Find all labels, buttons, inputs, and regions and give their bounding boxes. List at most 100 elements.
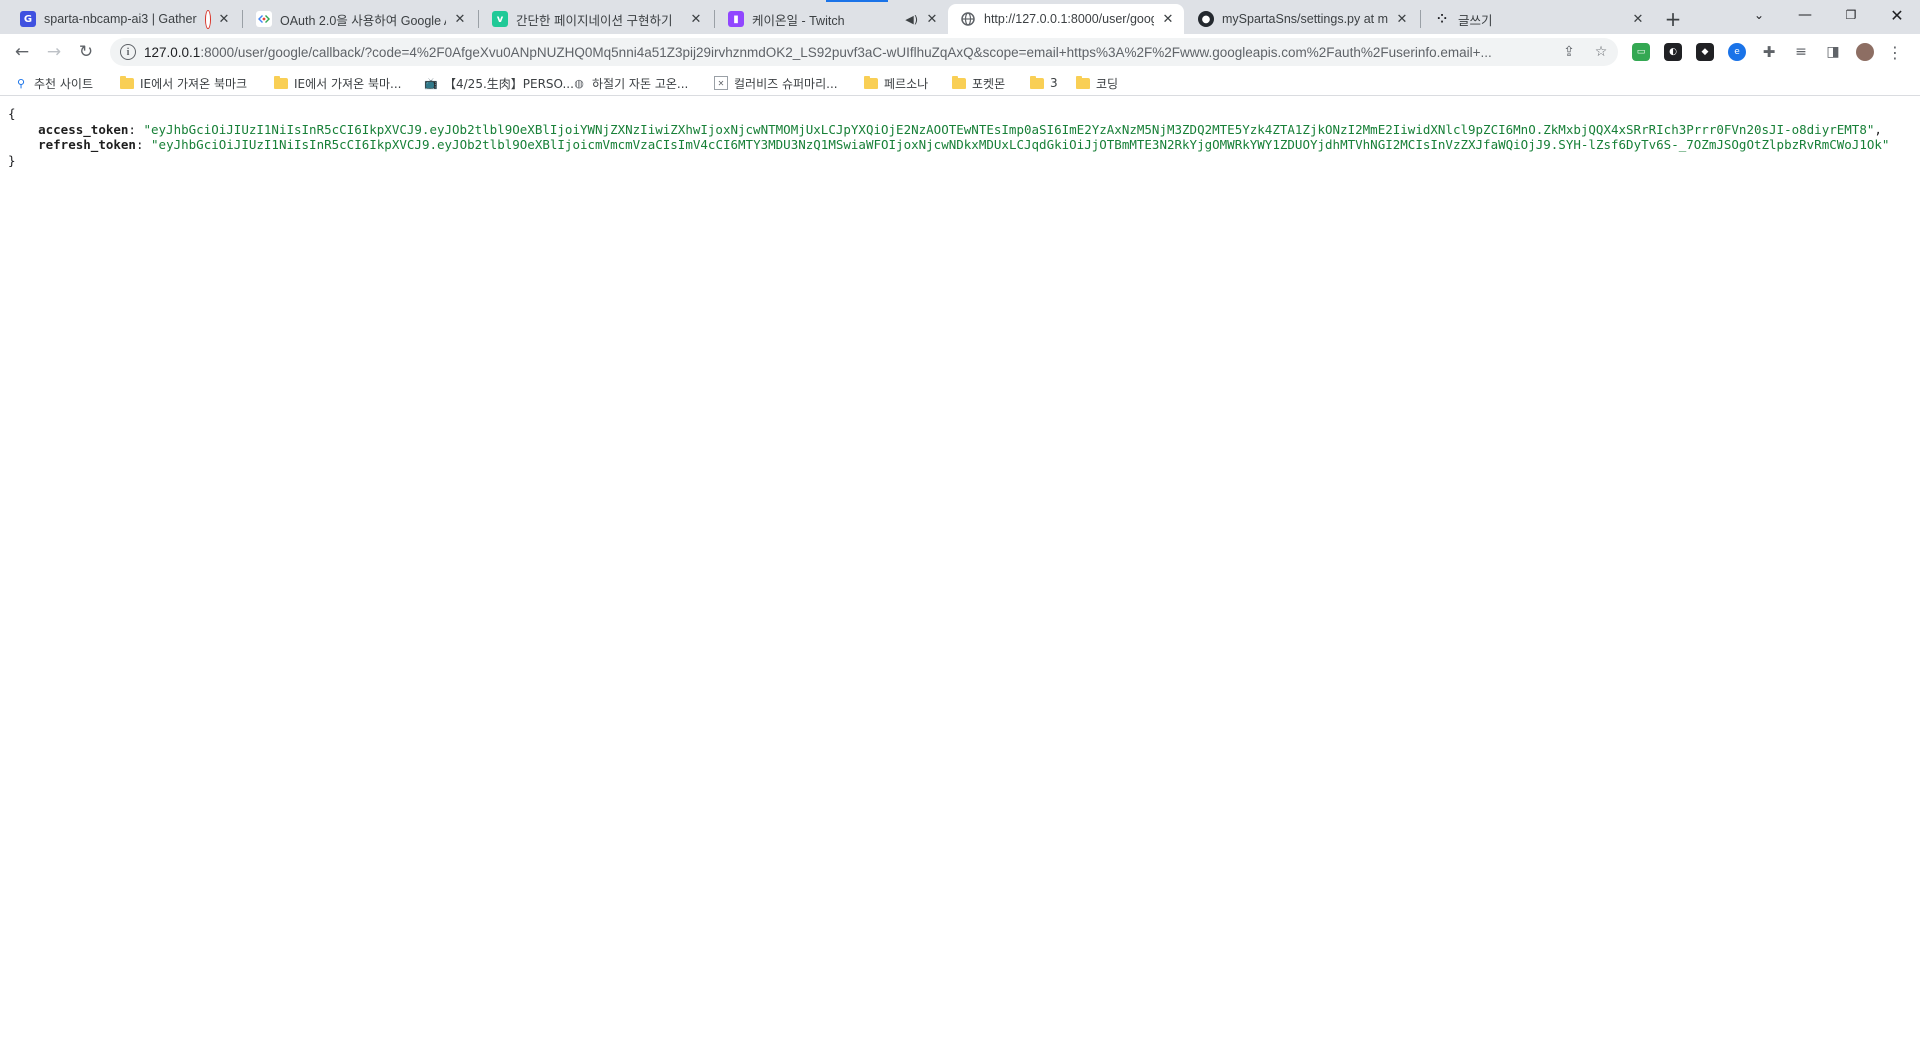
bookmark-label: 페르소나 [884, 76, 929, 91]
tab-oauth[interactable]: OAuth 2.0을 사용하여 Google API ✕ [244, 4, 476, 34]
json-viewer: { access_token: "eyJhbGciOiJIUzI1NiIsInR… [8, 106, 1889, 168]
bookmark-label: IE에서 가져온 북마... [294, 76, 402, 91]
folder-icon [120, 75, 134, 90]
toolbar: ← → ↻ i 127.0.0.1:8000/user/google/callb… [0, 34, 1920, 70]
tab-write[interactable]: ⁘ 글쓰기 ✕ [1422, 4, 1654, 34]
google-developers-icon [256, 11, 272, 27]
twitch-icon: ▮ [728, 11, 744, 27]
tab-separator [714, 10, 715, 28]
bookmark-label: IE에서 가져온 북마크 [140, 76, 248, 91]
json-value-access-token: "eyJhbGciOiJIUzI1NiIsInR5cCI6IkpXVCJ9.ey… [143, 121, 1875, 137]
tab-github[interactable]: ● mySpartaSns/settings.py at main ✕ [1186, 4, 1418, 34]
back-button[interactable]: ← [8, 39, 36, 65]
recording-icon [206, 10, 210, 28]
url-path: :8000/user/google/callback/?code=4%2F0Af… [200, 44, 1492, 60]
close-icon[interactable]: ✕ [1630, 11, 1646, 27]
tab-title: 케이온일 - Twitch [752, 13, 845, 28]
github-icon: ● [1198, 11, 1214, 27]
bookmark-label: 3 [1050, 76, 1058, 90]
bookmark-label: 컬러비즈 슈퍼마리... [734, 76, 838, 91]
site-info-icon[interactable]: i [120, 44, 136, 60]
tab-title: OAuth 2.0을 사용하여 Google API [280, 13, 446, 28]
folder-icon [952, 75, 966, 90]
globe-icon [960, 11, 976, 27]
tab-title: mySpartaSns/settings.py at main [1222, 12, 1388, 26]
json-refresh-token-row: refresh_token: "eyJhbGciOiJIUzI1NiIsInR5… [38, 137, 1890, 152]
broken-image-icon: ✕ [714, 76, 728, 90]
bookmarks-bar: ⚲ 추천 사이트 IE에서 가져온 북마크 IE에서 가져온 북마... 📺 【… [0, 70, 1920, 96]
extensions-puzzle-icon[interactable]: ✚ [1760, 43, 1778, 61]
media-playlist-icon[interactable]: ≡ [1792, 43, 1810, 61]
extension-screen-icon[interactable]: ▭ [1632, 43, 1650, 61]
bookmark-recommended[interactable]: ⚲ 추천 사이트 [14, 73, 93, 93]
url-host: 127.0.0.1 [144, 44, 201, 60]
extension-colorzilla-icon[interactable]: ◆ [1696, 43, 1714, 61]
tab-title: sparta-nbcamp-ai3 | Gather [44, 12, 197, 26]
bookmark-folder-coding[interactable]: 코딩 [1076, 73, 1118, 93]
bilibili-icon: 📺 [424, 76, 438, 90]
close-icon[interactable]: ✕ [1394, 11, 1410, 27]
bookmark-folder-ie-2[interactable]: IE에서 가져온 북마... [274, 73, 401, 93]
share-icon[interactable]: ⇪ [1560, 43, 1578, 61]
gather-icon: G [20, 11, 36, 27]
restore-button[interactable]: ❐ [1828, 0, 1874, 30]
tab-title: http://127.0.0.1:8000/user/google [984, 12, 1154, 26]
side-panel-icon[interactable]: ◨ [1824, 43, 1842, 61]
tab-search-button[interactable]: ⌄ [1736, 0, 1782, 30]
address-bar[interactable]: i 127.0.0.1:8000/user/google/callback/?c… [110, 38, 1618, 66]
bookmark-folder-3[interactable]: 3 [1030, 73, 1058, 93]
json-open-brace: { [8, 106, 16, 121]
new-tab-button[interactable]: + [1660, 6, 1686, 32]
bookmark-colorbiz[interactable]: ✕ 컬러비즈 슈퍼마리... [714, 73, 838, 93]
bookmark-label: 포켓몬 [972, 76, 1006, 91]
close-window-button[interactable]: ✕ [1874, 0, 1920, 30]
close-icon[interactable]: ✕ [1160, 11, 1176, 27]
tab-gather[interactable]: G sparta-nbcamp-ai3 | Gather ✕ [8, 4, 240, 34]
extension-mask-icon[interactable]: ◐ [1664, 43, 1682, 61]
reload-button[interactable]: ↻ [72, 39, 100, 65]
folder-icon [864, 75, 878, 90]
folder-icon [1076, 75, 1090, 90]
minimize-button[interactable]: — [1782, 0, 1828, 30]
close-icon[interactable]: ✕ [216, 11, 232, 27]
speaker-icon[interactable]: ◀) [905, 13, 918, 26]
audio-indicator-bar [826, 0, 888, 2]
folder-icon [1030, 75, 1044, 90]
profile-avatar[interactable] [1856, 43, 1874, 61]
json-key-access-token: access_token [38, 121, 129, 137]
tab-separator [478, 10, 479, 28]
forward-button[interactable]: → [40, 39, 68, 65]
tab-active-callback[interactable]: http://127.0.0.1:8000/user/google ✕ [948, 4, 1184, 34]
url-text[interactable]: 127.0.0.1:8000/user/google/callback/?cod… [144, 45, 1564, 60]
extension-whale-icon[interactable]: e [1728, 43, 1746, 61]
bookmark-folder-pokemon[interactable]: 포켓몬 [952, 73, 1005, 93]
json-key-refresh-token: refresh_token [38, 137, 136, 152]
tab-title: 글쓰기 [1458, 13, 1493, 28]
bookmark-star-icon[interactable]: ☆ [1592, 43, 1610, 61]
bookmark-label: 하절기 자돈 고온... [592, 76, 689, 91]
tab-twitch[interactable]: ▮ 케이온일 - Twitch ◀) ✕ [716, 4, 948, 34]
bookmark-bilibili[interactable]: 📺 【4/25.生肉】PERSO... [424, 73, 574, 93]
bookmark-folder-ie-1[interactable]: IE에서 가져온 북마크 [120, 73, 247, 93]
tab-strip: G sparta-nbcamp-ai3 | Gather ✕ OAuth 2.0… [0, 0, 1920, 34]
close-icon[interactable]: ✕ [688, 11, 704, 27]
close-icon[interactable]: ✕ [452, 11, 468, 27]
bookmark-folder-persona[interactable]: 페르소나 [864, 73, 928, 93]
globe-icon: ◍ [574, 76, 584, 90]
bookmark-label: 코딩 [1096, 76, 1119, 91]
tab-separator [1420, 10, 1421, 28]
search-icon: ⚲ [16, 76, 26, 90]
bookmark-label: 【4/25.生肉】PERSO... [444, 76, 574, 91]
bookmark-summer-pig[interactable]: ◍ 하절기 자돈 고온... [572, 73, 688, 93]
bookmark-label: 추천 사이트 [34, 76, 94, 91]
velog-icon: v [492, 11, 508, 27]
json-value-refresh-token: "eyJhbGciOiJIUzI1NiIsInR5cCI6IkpXVCJ9.ey… [151, 137, 1890, 152]
folder-icon [274, 75, 288, 90]
menu-kebab-icon[interactable]: ⋮ [1886, 43, 1904, 62]
tab-pagination[interactable]: v 간단한 페이지네이션 구현하기 ✕ [480, 4, 712, 34]
json-access-token-row: access_token: "eyJhbGciOiJIUzI1NiIsInR5c… [38, 121, 1882, 137]
close-icon[interactable]: ✕ [924, 11, 940, 27]
tab-separator [242, 10, 243, 28]
json-close-brace: } [8, 152, 16, 168]
velog-write-icon: ⁘ [1436, 12, 1448, 26]
